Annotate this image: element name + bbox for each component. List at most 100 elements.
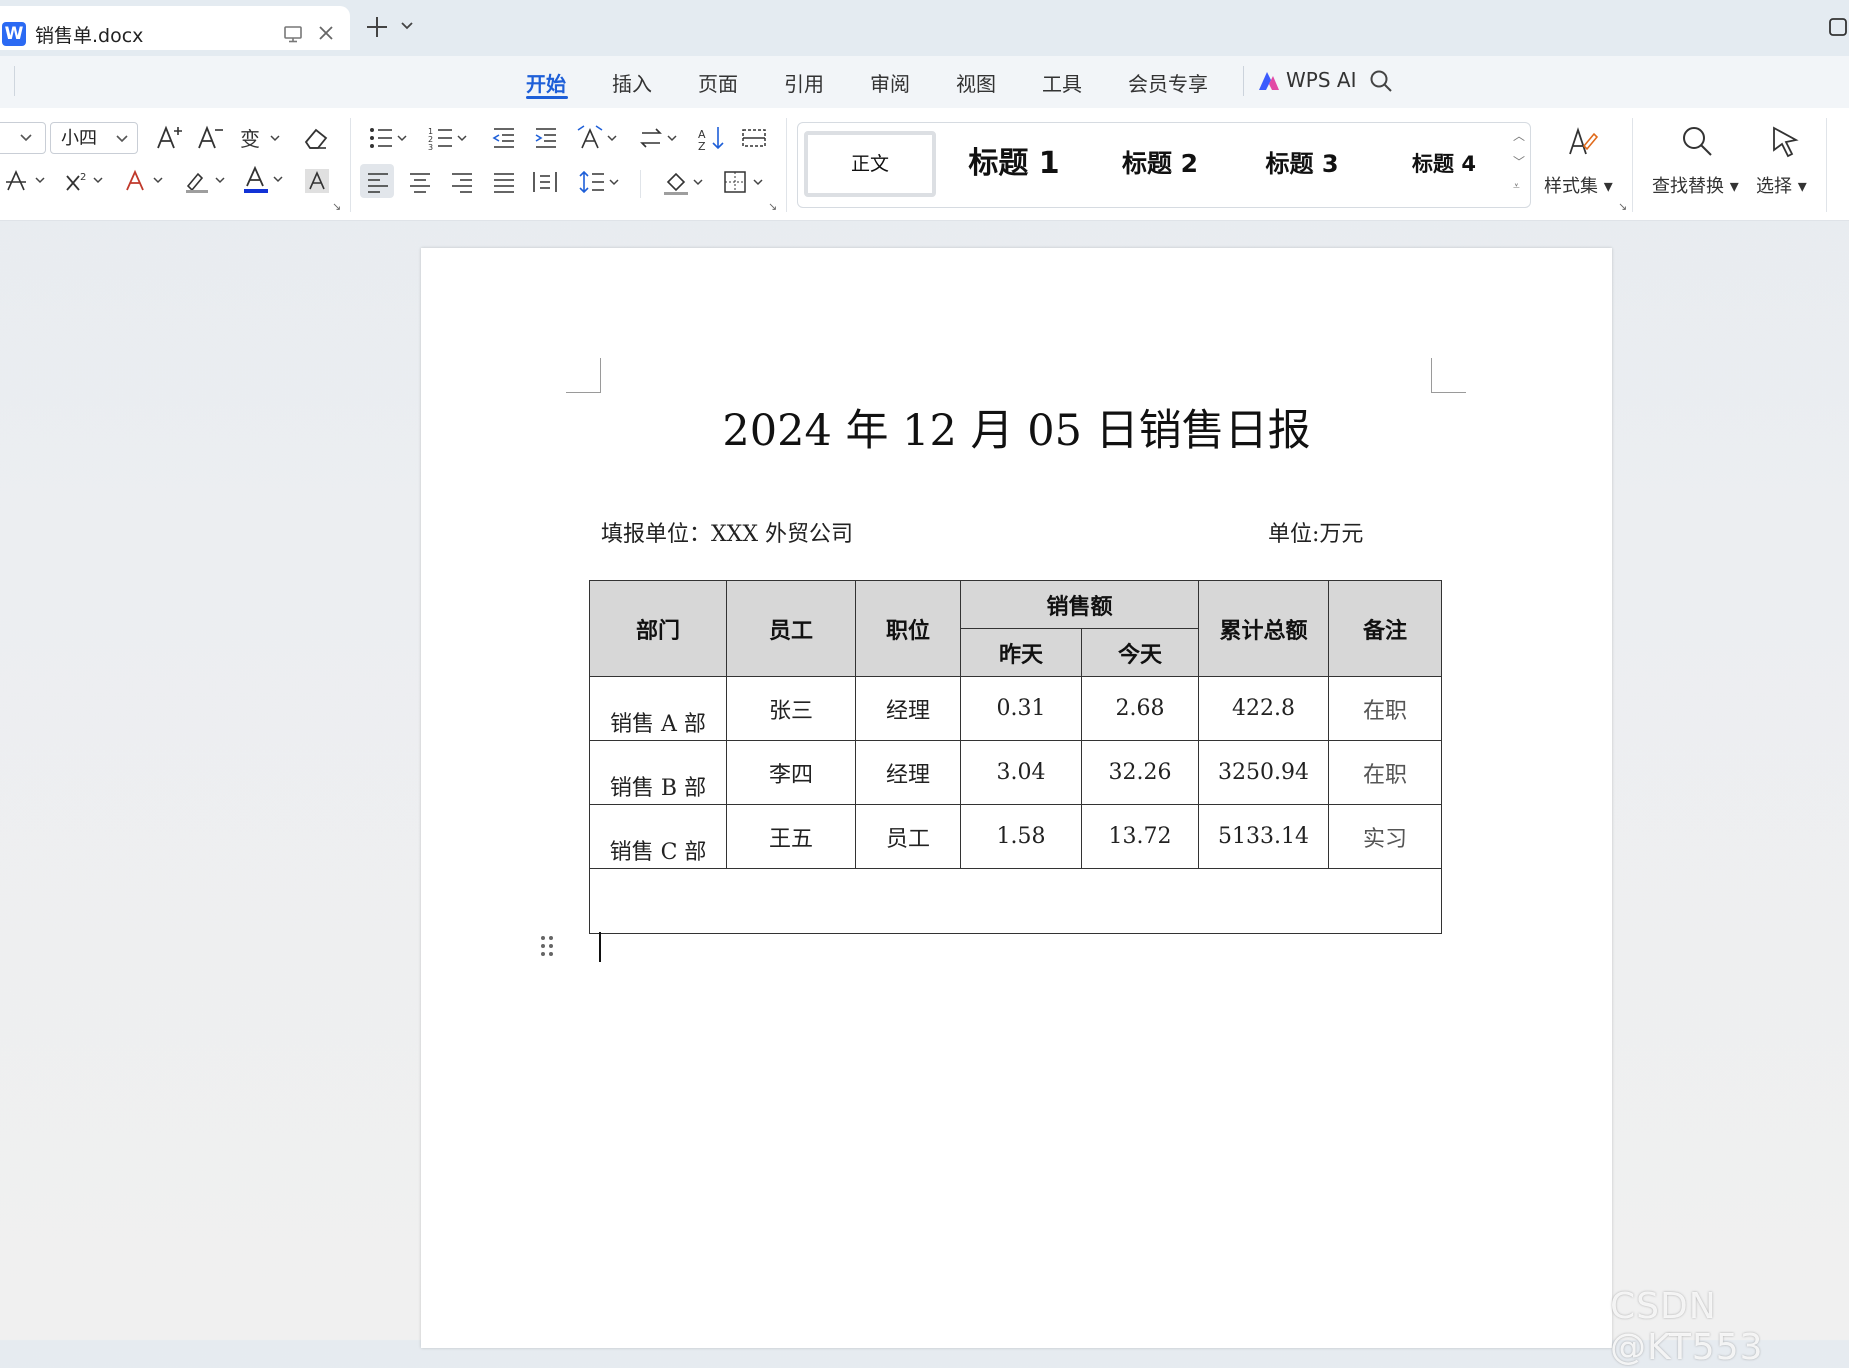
header-today[interactable]: 今天 bbox=[1081, 628, 1199, 677]
gallery-expand-icon[interactable]: ⩡ bbox=[1513, 179, 1520, 194]
header-sales[interactable]: 销售额 bbox=[960, 580, 1199, 629]
decrease-indent-icon[interactable] bbox=[490, 124, 518, 152]
styles-dialog-launcher[interactable]: ↘ bbox=[1618, 200, 1627, 213]
superscript-icon[interactable]: 2 bbox=[64, 168, 108, 194]
menu-home[interactable]: 开始 bbox=[526, 68, 566, 97]
highlight-icon[interactable] bbox=[184, 168, 228, 194]
cell-position[interactable]: 员工 bbox=[855, 804, 961, 869]
select-button[interactable]: 选择 ▾ bbox=[1756, 172, 1807, 198]
reporting-unit-text[interactable]: 填报单位：XXX 外贸公司 bbox=[601, 516, 853, 548]
menu-tools[interactable]: 工具 bbox=[1042, 68, 1082, 97]
cell-total[interactable]: 5133.14 bbox=[1198, 804, 1329, 869]
table-row: 销售 A 部 张三 经理 0.31 2.68 422.8 在职 bbox=[589, 676, 1442, 741]
wps-ai-icon[interactable] bbox=[1257, 70, 1281, 92]
cell-yesterday[interactable]: 3.04 bbox=[960, 740, 1082, 805]
currency-unit-text[interactable]: 单位:万元 bbox=[1268, 516, 1363, 548]
cell-position[interactable]: 经理 bbox=[855, 676, 961, 741]
decrease-font-icon[interactable] bbox=[196, 124, 224, 152]
align-left-icon[interactable] bbox=[366, 170, 390, 194]
character-shading-icon[interactable] bbox=[304, 168, 330, 194]
style-heading-1[interactable]: 标题 1 bbox=[948, 131, 1080, 197]
style-heading-3[interactable]: 标题 3 bbox=[1236, 131, 1368, 197]
monitor-icon[interactable] bbox=[283, 25, 303, 43]
style-set-icon[interactable] bbox=[1564, 124, 1598, 158]
cell-today[interactable]: 32.26 bbox=[1081, 740, 1199, 805]
font-size-select[interactable]: 小四 bbox=[50, 122, 138, 154]
divider bbox=[640, 170, 641, 198]
text-direction-icon[interactable] bbox=[576, 124, 620, 152]
search-icon[interactable] bbox=[1368, 68, 1394, 94]
sort-icon[interactable]: AZ bbox=[698, 124, 726, 152]
gallery-up-icon[interactable]: ︿ bbox=[1513, 127, 1525, 144]
style-normal[interactable]: 正文 bbox=[804, 131, 936, 197]
close-tab-icon[interactable] bbox=[317, 24, 335, 42]
cell-yesterday[interactable]: 1.58 bbox=[960, 804, 1082, 869]
justify-icon[interactable] bbox=[492, 170, 516, 194]
cell-employee[interactable]: 张三 bbox=[726, 676, 856, 741]
style-heading-2[interactable]: 标题 2 bbox=[1094, 131, 1226, 197]
cell-total[interactable]: 422.8 bbox=[1198, 676, 1329, 741]
text-effect-icon[interactable] bbox=[124, 168, 168, 194]
find-replace-icon[interactable] bbox=[1680, 124, 1714, 158]
gallery-down-icon[interactable]: ﹀ bbox=[1513, 153, 1525, 170]
menu-insert[interactable]: 插入 bbox=[612, 68, 652, 97]
menu-member[interactable]: 会员专享 bbox=[1128, 68, 1208, 97]
document-title[interactable]: 2024 年 12 月 05 日销售日报 bbox=[421, 396, 1612, 458]
menu-view[interactable]: 视图 bbox=[956, 68, 996, 97]
style-heading-4[interactable]: 标题 4 bbox=[1378, 131, 1510, 197]
document-page[interactable]: 2024 年 12 月 05 日销售日报 填报单位：XXX 外贸公司 单位:万元… bbox=[421, 248, 1612, 1348]
cell-dept[interactable]: 销售 B 部 bbox=[589, 740, 727, 805]
document-tab[interactable]: W 销售单.docx bbox=[0, 6, 350, 50]
cell-dept[interactable]: 销售 C 部 bbox=[589, 804, 727, 869]
wps-ai-menu[interactable]: WPS AI bbox=[1286, 68, 1356, 92]
drag-handle-icon[interactable] bbox=[539, 934, 555, 958]
bullet-list-icon[interactable] bbox=[368, 124, 412, 152]
header-total[interactable]: 累计总额 bbox=[1198, 580, 1329, 677]
header-employee[interactable]: 员工 bbox=[726, 580, 856, 677]
cell-yesterday[interactable]: 0.31 bbox=[960, 676, 1082, 741]
cell-total[interactable]: 3250.94 bbox=[1198, 740, 1329, 805]
menu-page[interactable]: 页面 bbox=[698, 68, 738, 97]
paragraph-dialog-launcher[interactable]: ↘ bbox=[768, 200, 777, 213]
header-dept[interactable]: 部门 bbox=[589, 580, 727, 677]
numbered-list-icon[interactable]: 123 bbox=[428, 124, 472, 152]
cell-employee[interactable]: 李四 bbox=[726, 740, 856, 805]
cell-empty[interactable] bbox=[589, 868, 1442, 934]
paragraph-shading-icon[interactable] bbox=[662, 168, 706, 196]
find-replace-button[interactable]: 查找替换 ▾ bbox=[1652, 172, 1739, 198]
cell-employee[interactable]: 王五 bbox=[726, 804, 856, 869]
cell-dept[interactable]: 销售 A 部 bbox=[589, 676, 727, 741]
swap-icon[interactable] bbox=[638, 124, 682, 152]
eraser-icon[interactable] bbox=[302, 124, 330, 152]
header-note[interactable]: 备注 bbox=[1328, 580, 1442, 677]
style-set-button[interactable]: 样式集 ▾ bbox=[1544, 172, 1613, 198]
align-right-icon[interactable] bbox=[450, 170, 474, 194]
phonetic-guide-icon[interactable]: 变 bbox=[240, 124, 282, 152]
line-spacing-icon[interactable] bbox=[578, 168, 622, 196]
cell-note[interactable]: 在职 bbox=[1328, 740, 1442, 805]
window-restore-icon[interactable] bbox=[1827, 16, 1849, 38]
font-color-icon[interactable] bbox=[242, 166, 286, 194]
align-center-icon[interactable] bbox=[408, 170, 432, 194]
wps-writer-logo-icon: W bbox=[2, 22, 26, 46]
cell-today[interactable]: 2.68 bbox=[1081, 676, 1199, 741]
font-dialog-launcher[interactable]: ↘ bbox=[332, 200, 341, 213]
chevron-down-icon[interactable] bbox=[400, 21, 414, 31]
header-yesterday[interactable]: 昨天 bbox=[960, 628, 1082, 677]
increase-font-icon[interactable] bbox=[155, 124, 183, 152]
menu-review[interactable]: 审阅 bbox=[870, 68, 910, 97]
show-hide-marks-icon[interactable] bbox=[740, 124, 768, 152]
menu-references[interactable]: 引用 bbox=[784, 68, 824, 97]
cell-note[interactable]: 实习 bbox=[1328, 804, 1442, 869]
cell-note[interactable]: 在职 bbox=[1328, 676, 1442, 741]
cell-today[interactable]: 13.72 bbox=[1081, 804, 1199, 869]
font-name-select[interactable] bbox=[0, 122, 46, 154]
borders-icon[interactable] bbox=[722, 168, 766, 196]
increase-indent-icon[interactable] bbox=[532, 124, 560, 152]
new-tab-plus-icon[interactable] bbox=[364, 14, 390, 40]
select-cursor-icon[interactable] bbox=[1768, 124, 1802, 158]
header-position[interactable]: 职位 bbox=[855, 580, 961, 677]
strikethrough-icon[interactable] bbox=[4, 168, 48, 194]
cell-position[interactable]: 经理 bbox=[855, 740, 961, 805]
distribute-icon[interactable] bbox=[532, 170, 558, 194]
